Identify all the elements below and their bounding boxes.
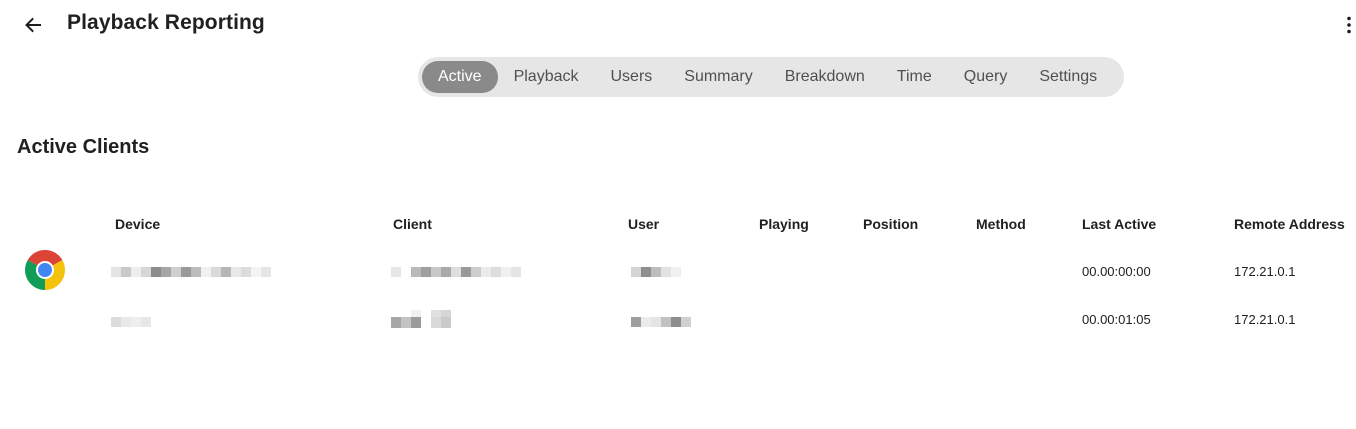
tab-time[interactable]: Time <box>881 61 948 93</box>
remote-address-value: 172.21.0.1 <box>1234 312 1296 327</box>
remote-address-value: 172.21.0.1 <box>1234 264 1296 279</box>
more-menu-button[interactable] <box>1342 10 1356 40</box>
column-header-remote-address: Remote Address <box>1234 216 1345 232</box>
redacted-user-name <box>631 317 691 327</box>
tab-active[interactable]: Active <box>422 61 498 93</box>
arrow-left-icon <box>25 17 41 33</box>
column-header-last-active: Last Active <box>1082 216 1157 232</box>
tab-playback[interactable]: Playback <box>498 61 595 93</box>
column-header-method: Method <box>976 216 1026 232</box>
more-vertical-icon <box>1347 16 1351 34</box>
redacted-user-name <box>631 267 681 277</box>
column-header-device: Device <box>115 216 161 232</box>
back-button[interactable] <box>18 10 48 40</box>
tab-bar: Active Playback Users Summary Breakdown … <box>418 57 1124 97</box>
redacted-device-name <box>111 267 271 277</box>
last-active-value: 00.00:01:05 <box>1082 312 1151 327</box>
tab-summary[interactable]: Summary <box>668 61 768 93</box>
tab-users[interactable]: Users <box>595 61 669 93</box>
tab-settings[interactable]: Settings <box>1023 61 1113 93</box>
section-title: Active Clients <box>17 136 150 158</box>
tab-breakdown[interactable]: Breakdown <box>769 61 881 93</box>
chrome-icon <box>24 249 66 291</box>
page-title: Playback Reporting <box>67 11 265 34</box>
column-header-position: Position <box>863 216 919 232</box>
column-header-client: Client <box>393 216 432 232</box>
last-active-value: 00.00:00:00 <box>1082 264 1151 279</box>
column-header-playing: Playing <box>759 216 809 232</box>
redacted-client-name <box>391 267 521 277</box>
redacted-client-name <box>391 310 451 328</box>
column-header-user: User <box>628 216 660 232</box>
redacted-device-name <box>111 317 151 327</box>
tab-query[interactable]: Query <box>948 61 1024 93</box>
